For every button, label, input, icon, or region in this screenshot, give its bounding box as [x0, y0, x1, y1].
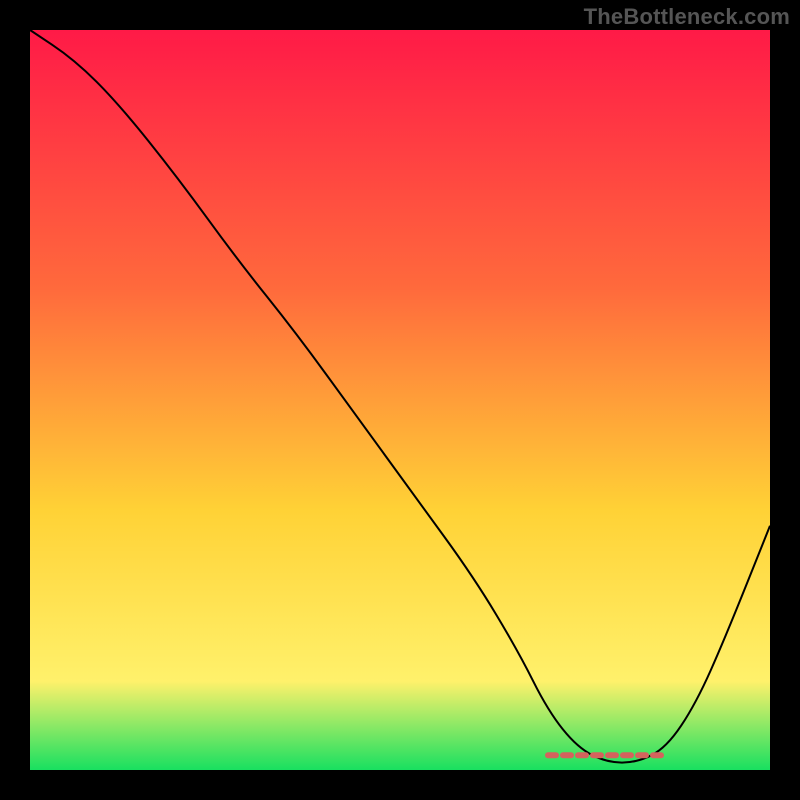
bottleneck-plot: [0, 0, 800, 800]
watermark-text: TheBottleneck.com: [584, 4, 790, 30]
plot-background: [30, 30, 770, 770]
chart-container: { "watermark": "TheBottleneck.com", "col…: [0, 0, 800, 800]
